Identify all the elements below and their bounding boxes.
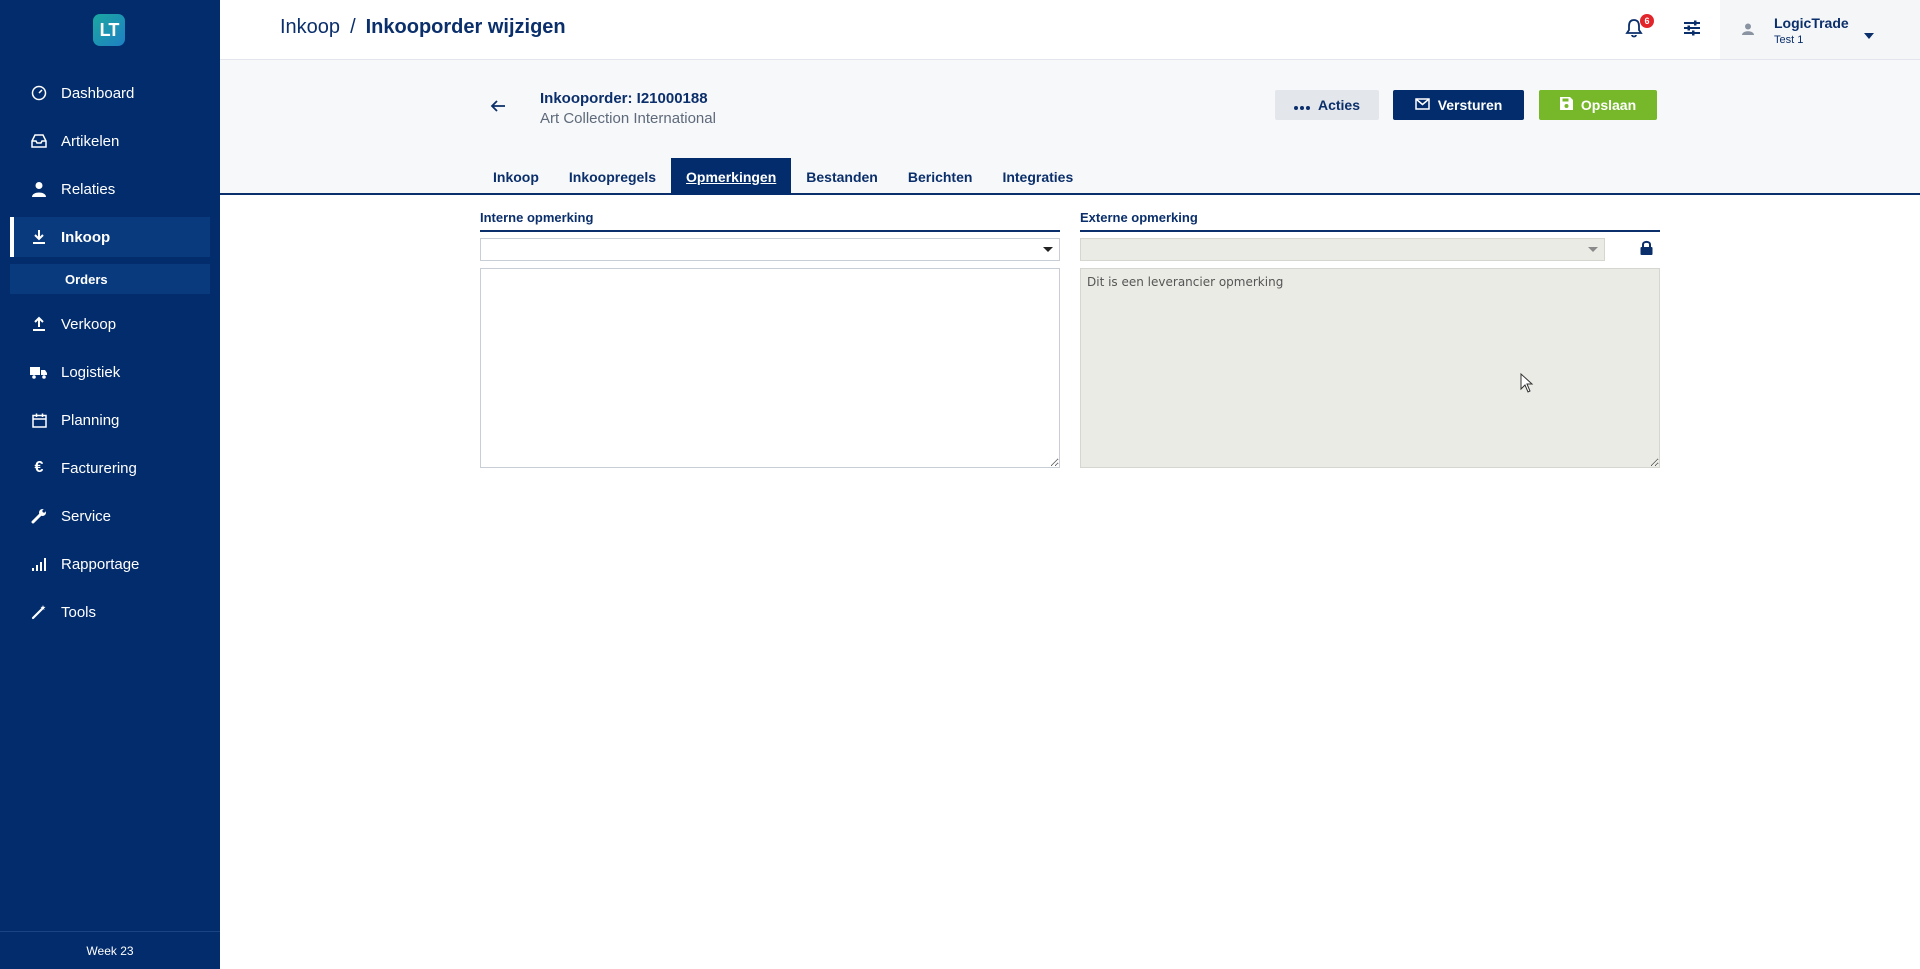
truck-icon [30, 363, 48, 381]
week-indicator: Week 23 [0, 931, 220, 969]
envelope-send-icon [1414, 97, 1430, 113]
sidebar-item-rapportage[interactable]: Rapportage [10, 544, 210, 584]
notification-count-badge: 6 [1640, 14, 1654, 28]
user-environment: Test 1 [1774, 34, 1804, 46]
upload-icon [30, 315, 48, 333]
order-tabs: Inkoop Inkoopregels Opmerkingen Bestande… [478, 158, 1088, 195]
app-logo[interactable]: LT [93, 14, 125, 46]
save-disk-icon [1559, 97, 1573, 113]
sidebar-item-artikelen[interactable]: Artikelen [10, 121, 210, 161]
chevron-down-icon [1043, 247, 1053, 252]
sidebar-item-relaties[interactable]: Relaties [10, 169, 210, 209]
sidebar-item-label: Artikelen [61, 132, 120, 150]
tab-label: Inkoopregels [568, 168, 657, 185]
sidebar-item-label: Rapportage [61, 555, 140, 573]
lock-icon[interactable] [1640, 240, 1654, 256]
sidebar-item-planning[interactable]: Planning [10, 400, 210, 440]
sidebar-item-label: Planning [61, 411, 120, 429]
tab-bestanden[interactable]: Bestanden [791, 158, 893, 195]
sidebar-item-label: Relaties [61, 180, 116, 198]
inbox-tray-icon [30, 132, 48, 150]
more-dots-icon [1293, 97, 1310, 113]
calendar-icon [30, 411, 48, 429]
bar-signal-icon [30, 555, 48, 573]
notification-count: 6 [1644, 16, 1650, 26]
order-supplier: Art Collection International [540, 110, 716, 127]
sidebar: LT Dashboard Artikelen Relaties Inkoop O… [0, 0, 220, 969]
user-name: LogicTrade [1774, 15, 1849, 31]
person-icon [30, 180, 48, 198]
user-menu[interactable]: LogicTrade Test 1 [1720, 0, 1920, 59]
magic-wand-icon [30, 603, 48, 621]
download-icon [30, 228, 48, 246]
internal-remark-textarea[interactable] [480, 268, 1060, 468]
wrench-icon [30, 507, 48, 525]
internal-remark-template-select[interactable] [480, 238, 1060, 261]
acties-button[interactable]: Acties [1275, 90, 1379, 120]
external-remark-label: Externe opmerking [1080, 210, 1198, 225]
tab-inkoopregels[interactable]: Inkoopregels [554, 158, 671, 195]
sidebar-item-dashboard[interactable]: Dashboard [10, 73, 210, 113]
sidebar-item-label: Inkoop [61, 228, 111, 246]
breadcrumb: Inkoop / Inkooporder wijzigen [280, 16, 566, 39]
internal-remark-label: Interne opmerking [480, 210, 594, 225]
tab-label: Inkoop [493, 168, 539, 185]
week-label: Week 23 [86, 943, 134, 958]
sidebar-item-logistiek[interactable]: Logistiek [10, 352, 210, 392]
app-logo-text: LT [99, 19, 120, 40]
page-title: Inkooporder wijzigen [365, 16, 566, 38]
sidebar-item-service[interactable]: Service [10, 496, 210, 536]
sidebar-item-inkoop[interactable]: Inkoop [10, 217, 210, 257]
sidebar-item-label: Dashboard [61, 84, 135, 102]
opslaan-label: Opslaan [1580, 97, 1637, 113]
tab-label: Integraties [1002, 168, 1074, 185]
external-remark-divider [1080, 230, 1660, 232]
sidebar-subitem-orders[interactable]: Orders [10, 264, 210, 294]
opslaan-button[interactable]: Opslaan [1539, 90, 1657, 120]
order-title: Inkooporder: I21000188 [540, 90, 708, 107]
chevron-down-icon [1588, 247, 1598, 252]
sidebar-item-label: Verkoop [61, 315, 117, 333]
order-header: Inkooporder: I21000188 Art Collection In… [220, 60, 1920, 195]
back-arrow-icon[interactable] [490, 98, 510, 118]
tab-berichten[interactable]: Berichten [893, 158, 988, 195]
tab-inkoop[interactable]: Inkoop [478, 158, 554, 195]
sidebar-item-verkoop[interactable]: Verkoop [10, 304, 210, 344]
chevron-down-icon [1864, 26, 1874, 39]
top-header: Inkoop / Inkooporder wijzigen 6 LogicTra… [220, 0, 1920, 60]
sidebar-item-label: Service [61, 507, 112, 525]
versturen-button[interactable]: Versturen [1393, 90, 1524, 120]
sidebar-item-label: Logistiek [61, 363, 121, 381]
external-remark-template-select [1080, 238, 1605, 261]
settings-sliders-icon[interactable] [1683, 19, 1705, 41]
sidebar-item-tools[interactable]: Tools [10, 592, 210, 632]
breadcrumb-parent[interactable]: Inkoop [280, 16, 340, 39]
breadcrumb-separator: / [350, 16, 356, 38]
versturen-label: Versturen [1437, 97, 1503, 113]
tab-integraties[interactable]: Integraties [987, 158, 1088, 195]
sidebar-subitem-label: Orders [65, 271, 108, 287]
tab-label: Bestanden [806, 168, 878, 185]
user-avatar-icon [1742, 22, 1756, 36]
sidebar-item-label: Facturering [61, 459, 137, 477]
dashboard-gauge-icon [30, 84, 48, 102]
acties-label: Acties [1317, 97, 1361, 113]
sidebar-item-label: Tools [61, 603, 97, 621]
sidebar-item-facturering[interactable]: € Facturering [10, 448, 210, 488]
external-remark-textarea: Dit is een leverancier opmerking [1080, 268, 1660, 468]
tab-label: Berichten [907, 168, 973, 185]
euro-icon: € [34, 459, 44, 476]
internal-remark-divider [480, 230, 1060, 232]
tab-label: Opmerkingen [686, 168, 777, 185]
tab-opmerkingen[interactable]: Opmerkingen [671, 158, 792, 195]
mouse-pointer-icon [1520, 372, 1534, 393]
